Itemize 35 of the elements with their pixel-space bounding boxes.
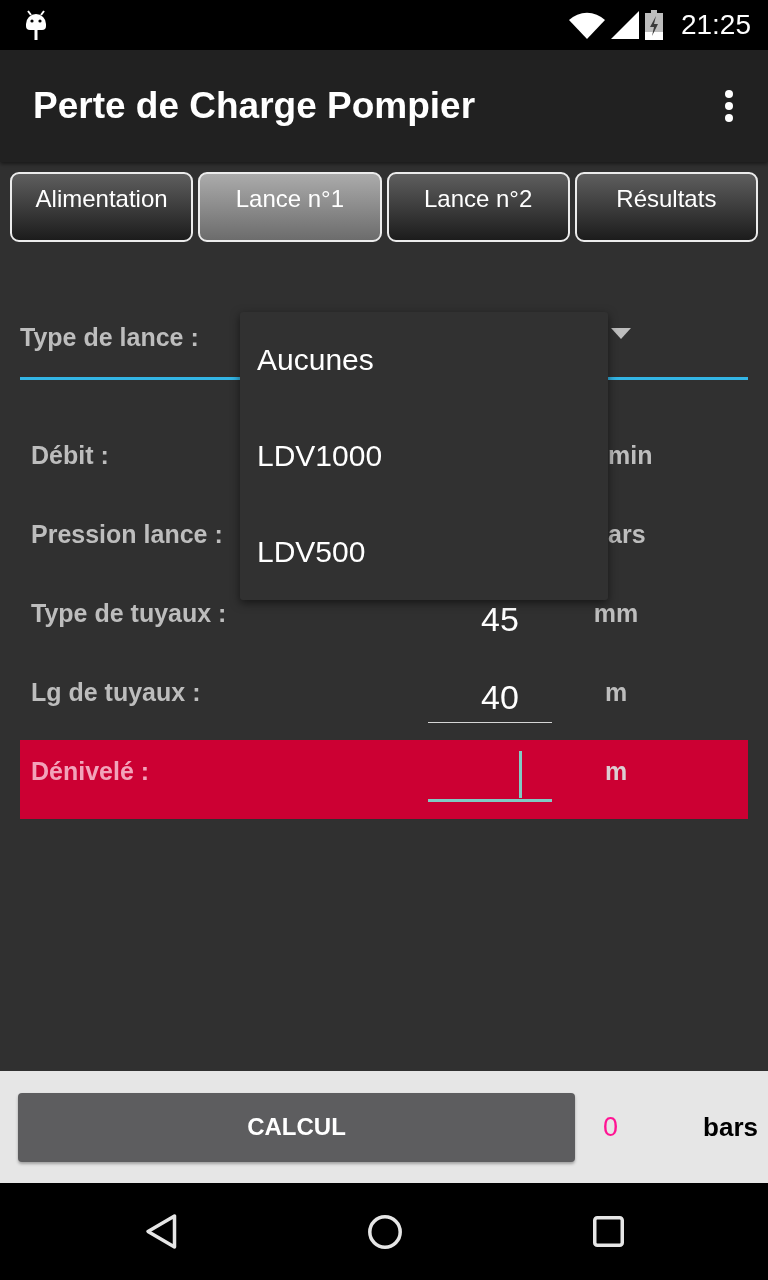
- result-value: 0: [603, 1111, 619, 1143]
- recents-icon[interactable]: [592, 1216, 624, 1247]
- calculate-button[interactable]: CALCUL: [18, 1092, 575, 1162]
- signal-icon: [610, 11, 639, 39]
- home-icon[interactable]: [367, 1214, 402, 1249]
- tab[interactable]: Résultats: [574, 172, 758, 242]
- input-field[interactable]: [428, 754, 552, 802]
- field-label: Type de lance :: [20, 322, 199, 352]
- unit-label: m: [604, 677, 628, 707]
- menu-item[interactable]: LDV1000: [240, 408, 608, 504]
- unit-label: mm: [593, 598, 639, 628]
- menu-item[interactable]: Aucunes: [240, 312, 608, 408]
- app-title: Perte de Charge Pompier: [33, 84, 476, 128]
- unit-label: min: [608, 440, 653, 470]
- field-label: Dénivelé :: [31, 756, 150, 786]
- clock-time: 21:25: [680, 9, 751, 41]
- unit-label: m: [604, 756, 628, 786]
- tab[interactable]: Alimentation: [10, 172, 194, 242]
- unit-label: ars: [608, 519, 646, 549]
- field-label: Type de tuyaux :: [31, 598, 227, 628]
- value-text: 45: [481, 599, 519, 640]
- field-label: Lg de tuyaux :: [31, 677, 201, 707]
- back-icon[interactable]: [144, 1213, 177, 1250]
- robot-icon: [25, 10, 47, 40]
- wifi-icon: [568, 11, 605, 39]
- field-label: Pression lance :: [31, 519, 223, 549]
- menu-item[interactable]: LDV500: [240, 504, 608, 600]
- text-cursor: [519, 751, 522, 798]
- dropdown-arrow-icon: [611, 328, 631, 339]
- unit-label: bars: [703, 1111, 758, 1143]
- field-label: Débit :: [31, 440, 109, 470]
- battery-icon: [644, 10, 663, 40]
- tab[interactable]: Lance n°2: [386, 172, 570, 242]
- input-field[interactable]: 40: [428, 675, 552, 723]
- overflow-menu-icon[interactable]: [724, 90, 734, 122]
